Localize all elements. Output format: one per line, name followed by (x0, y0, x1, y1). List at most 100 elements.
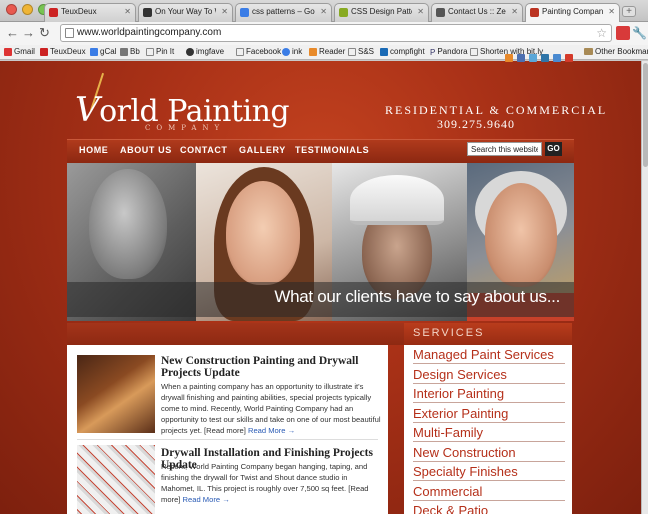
bookmark-facebook[interactable]: Facebook (236, 47, 281, 56)
tab-label: On Your Way To Wonderl (155, 7, 216, 16)
face-shape (485, 183, 557, 287)
browser-toolbar: ← → ↻ www.worldpaintingcompany.com ☆ 🔧 (0, 22, 648, 45)
post-thumbnail[interactable] (77, 355, 155, 433)
nav-gallery[interactable]: GALLERY (239, 145, 286, 155)
nav-contact[interactable]: CONTACT (180, 145, 228, 155)
bookmark-gcal[interactable]: gCal (90, 47, 116, 56)
close-tab-icon[interactable]: ✕ (221, 7, 228, 16)
service-multi-family[interactable]: Multi-Family (413, 423, 565, 442)
read-more-link[interactable]: Read More → (183, 495, 230, 504)
facebook-icon[interactable] (517, 54, 525, 62)
service-managed-paint[interactable]: Managed Paint Services (413, 345, 565, 364)
vertical-scrollbar[interactable] (641, 61, 648, 514)
address-bar[interactable]: www.worldpaintingcompany.com ☆ (60, 24, 612, 42)
google-favicon-icon (240, 8, 249, 17)
forward-arrow-icon[interactable]: → (22, 25, 35, 41)
search-go-button[interactable]: GO (545, 142, 562, 156)
close-tab-icon[interactable]: ✕ (320, 7, 327, 16)
mk-favicon-icon (143, 8, 152, 17)
post-excerpt: When a painting company has an opportuni… (161, 381, 381, 436)
service-exterior-painting[interactable]: Exterior Painting (413, 404, 565, 423)
bookmark-ss[interactable]: S&S (348, 47, 374, 56)
extension-icon[interactable] (616, 26, 630, 40)
site-search-input[interactable] (467, 142, 542, 156)
bookmark-reader[interactable]: Reader (309, 47, 345, 56)
post-divider (77, 439, 378, 440)
youtube-icon[interactable] (565, 54, 573, 62)
bookmark-label: Reader (319, 47, 346, 56)
bookmark-imgfave[interactable]: imgfave (186, 47, 224, 56)
close-tab-icon[interactable]: ✕ (124, 7, 131, 16)
bookmark-pinit[interactable]: Pin It (146, 47, 174, 56)
reload-icon[interactable]: ↻ (39, 25, 50, 41)
ink-icon (282, 47, 290, 56)
browser-tab-wonderland[interactable]: On Your Way To Wonderl ✕ (138, 3, 233, 22)
browser-tab-google[interactable]: css patterns – Google Se ✕ (235, 3, 332, 22)
phone-number: 309.275.9640 (437, 117, 515, 131)
bookmark-bb[interactable]: Bb (120, 47, 140, 56)
window-controls (6, 4, 49, 15)
close-window-button[interactable] (6, 4, 17, 15)
browser-tab-css-patterns[interactable]: CSS Design Patterns – HE ✕ (334, 3, 429, 22)
nav-about-us[interactable]: ABOUT US (120, 145, 172, 155)
hero-banner[interactable]: What our clients have to say about us... (67, 163, 574, 321)
service-design[interactable]: Design Services (413, 365, 565, 384)
rss-icon[interactable] (505, 54, 513, 62)
service-commercial[interactable]: Commercial (413, 482, 565, 501)
bookmark-star-icon[interactable]: ☆ (596, 25, 607, 41)
twitter-icon[interactable] (529, 54, 537, 62)
new-tab-button[interactable]: + (622, 6, 636, 17)
wrench-icon[interactable]: 🔧 (632, 26, 647, 40)
bookmark-label: compfight (390, 47, 425, 56)
tab-label: css patterns – Google Se (252, 7, 315, 16)
browser-tab-zeller[interactable]: Contact Us :: Zeller Digita ✕ (431, 3, 523, 22)
post-title[interactable]: New Construction Painting and Drywall Pr… (161, 355, 381, 379)
bookmark-label: Pandora (437, 47, 468, 56)
hero-caption: What our clients have to say about us... (274, 287, 560, 306)
bookmark-gmail[interactable]: Gmail (4, 47, 35, 56)
pin-icon (146, 47, 154, 56)
close-tab-icon[interactable]: ✕ (511, 7, 518, 16)
browser-tab-painting-company[interactable]: Painting Company speci ✕ (525, 3, 620, 23)
face-shape (226, 181, 300, 285)
linkedin-icon[interactable] (541, 54, 549, 62)
page-icon (65, 28, 74, 38)
tab-label: TeuxDeux (61, 7, 97, 16)
bookmark-label: Gmail (14, 47, 35, 56)
world-painting-favicon-icon (530, 8, 539, 17)
service-interior-painting[interactable]: Interior Painting (413, 384, 565, 403)
teuxdeux-icon (40, 47, 48, 56)
service-specialty-finishes[interactable]: Specialty Finishes (413, 462, 565, 481)
nav-home[interactable]: HOME (79, 145, 108, 155)
bookmark-ink[interactable]: ink (282, 47, 302, 56)
address-url[interactable]: www.worldpaintingcompany.com (77, 27, 221, 38)
page-favicon-icon (339, 8, 348, 17)
bookmark-label: gCal (100, 47, 117, 56)
bookmark-pandora[interactable]: P Pandora (430, 47, 468, 57)
bookmark-label: Bb (130, 47, 140, 56)
post-thumbnail[interactable] (77, 445, 155, 514)
bookmark-compfight[interactable]: compfight (380, 47, 425, 56)
close-tab-icon[interactable]: ✕ (608, 7, 615, 16)
service-deck-patio[interactable]: Deck & Patio (413, 501, 565, 514)
service-new-construction[interactable]: New Construction (413, 443, 565, 462)
facebook-icon (236, 47, 244, 56)
nav-testimonials[interactable]: TESTIMONIALS (295, 145, 369, 155)
flickr-icon[interactable] (553, 54, 561, 62)
other-bookmarks[interactable]: Other Bookmarks (584, 47, 648, 56)
bookmark-label: imgfave (196, 47, 225, 56)
folder-icon (584, 48, 593, 55)
tab-label: CSS Design Patterns – HE (351, 7, 412, 16)
back-arrow-icon[interactable]: ← (6, 25, 19, 41)
close-tab-icon[interactable]: ✕ (417, 7, 424, 16)
reader-icon (309, 47, 317, 56)
page-icon (470, 47, 478, 56)
minimize-window-button[interactable] (22, 4, 33, 15)
bookmark-teuxdeux[interactable]: TeuxDeux (40, 47, 86, 56)
scrollbar-thumb[interactable] (643, 63, 648, 167)
browser-tab-teuxdeux[interactable]: TeuxDeux ✕ (44, 3, 136, 22)
services-list: Managed Paint Services Design Services I… (404, 345, 572, 514)
bookmark-label: ink (292, 47, 303, 56)
news-list: New Construction Painting and Drywall Pr… (67, 345, 388, 514)
read-more-link[interactable]: Read More → (248, 426, 295, 435)
